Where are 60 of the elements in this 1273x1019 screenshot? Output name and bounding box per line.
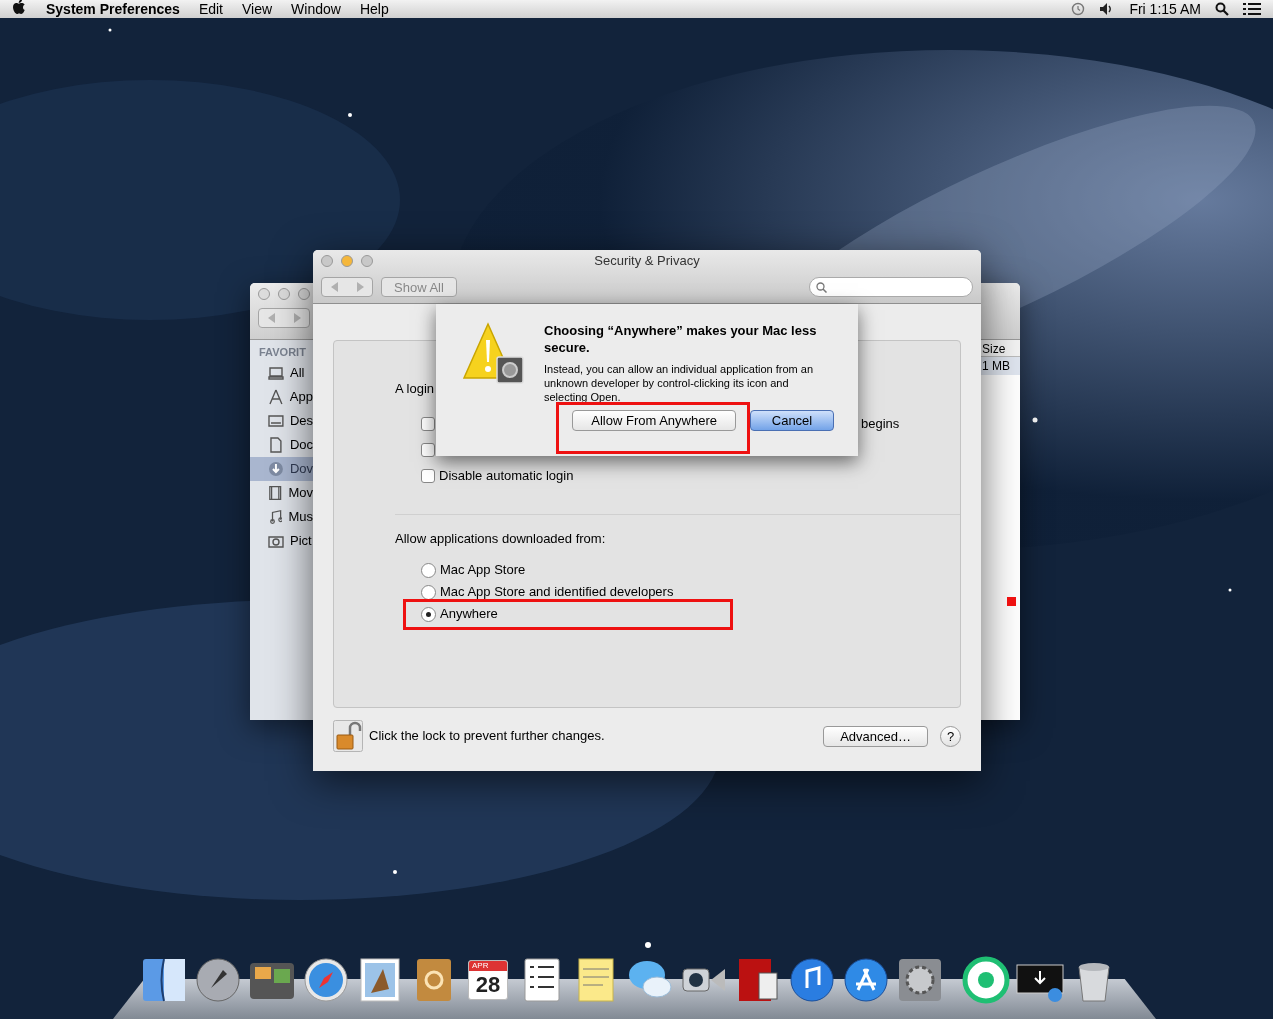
forward-icon — [355, 282, 364, 292]
sidebar-item[interactable]: Mov — [250, 480, 313, 505]
forward-icon — [292, 313, 301, 323]
warning-icon — [462, 322, 524, 384]
checkbox-label-fragment: begins — [861, 414, 900, 433]
allow-button[interactable]: Allow From Anywhere — [572, 410, 736, 431]
advanced-button[interactable]: Advanced… — [823, 725, 928, 747]
radio-button[interactable] — [421, 562, 436, 578]
sidebar-item[interactable]: Pict — [250, 528, 313, 553]
back-icon — [330, 282, 339, 292]
list-icon[interactable] — [1243, 2, 1261, 16]
compass-icon[interactable] — [301, 955, 351, 1005]
checkbox-label[interactable]: Disable automatic login — [439, 465, 574, 486]
app-menu[interactable]: System Preferences — [46, 0, 180, 20]
help-button[interactable]: ? — [940, 725, 961, 747]
sidebar-item[interactable]: Doc — [250, 432, 313, 457]
sidebar-item[interactable]: Des — [250, 408, 313, 433]
radio-label[interactable]: Anywhere — [440, 606, 498, 622]
document-icon — [268, 436, 284, 453]
clock-icon[interactable] — [1069, 2, 1086, 16]
clock[interactable]: Fri 1:15 AM — [1129, 0, 1201, 20]
menu-item[interactable]: Edit — [198, 0, 223, 20]
lock-hint: Click the lock to prevent further changes. — [369, 727, 605, 746]
search-icon[interactable] — [1215, 2, 1229, 16]
sidebar-item[interactable]: Mus — [250, 504, 313, 529]
menu-item[interactable]: Window — [291, 0, 341, 20]
checkbox[interactable] — [421, 416, 435, 431]
download-icon — [268, 460, 284, 477]
sidebar-heading: FAVORIT — [258, 345, 307, 360]
column-header[interactable]: Size — [980, 340, 1020, 357]
marker-square — [1007, 597, 1016, 606]
monitor-icon — [268, 412, 284, 429]
radio-label[interactable]: Mac App Store and identified developers — [440, 584, 674, 600]
table-cell: 1 MB — [980, 357, 1020, 375]
sidebar-item[interactable]: Dov — [250, 456, 313, 481]
checkbox[interactable] — [421, 442, 435, 457]
sidebar-item[interactable]: App — [250, 384, 313, 409]
unlocked-padlock-icon[interactable] — [333, 720, 363, 752]
search-field[interactable] — [809, 277, 973, 297]
window-title: Security & Privacy — [593, 252, 701, 271]
alert-message: Instead, you can allow an individual application from an unknown developer by control-clicking its icon and selecting Open. — [544, 362, 815, 404]
login-label: A login — [395, 380, 435, 398]
aperture-icon[interactable] — [961, 955, 1011, 1005]
sidebar-item[interactable]: All — [250, 360, 313, 385]
cancel-button[interactable]: Cancel — [750, 410, 834, 431]
search-icon — [816, 281, 827, 293]
app-store-icon[interactable] — [841, 955, 891, 1005]
menu-item[interactable]: Help — [359, 0, 389, 20]
back-icon — [267, 313, 276, 323]
menu-item[interactable]: View — [242, 0, 273, 20]
radio-label[interactable]: Mac App Store — [440, 562, 526, 578]
back-forward-control[interactable] — [258, 308, 310, 328]
radio-button[interactable] — [421, 584, 436, 600]
film-icon — [268, 484, 283, 501]
tray-icon — [268, 364, 284, 381]
alert-title: Choosing “Anywhere” makes your Mac less secure. — [544, 322, 818, 356]
checkbox[interactable] — [421, 468, 435, 483]
apple-icon[interactable] — [12, 0, 26, 15]
section-heading: Allow applications downloaded from: — [395, 529, 606, 548]
radio-button[interactable] — [421, 606, 436, 622]
